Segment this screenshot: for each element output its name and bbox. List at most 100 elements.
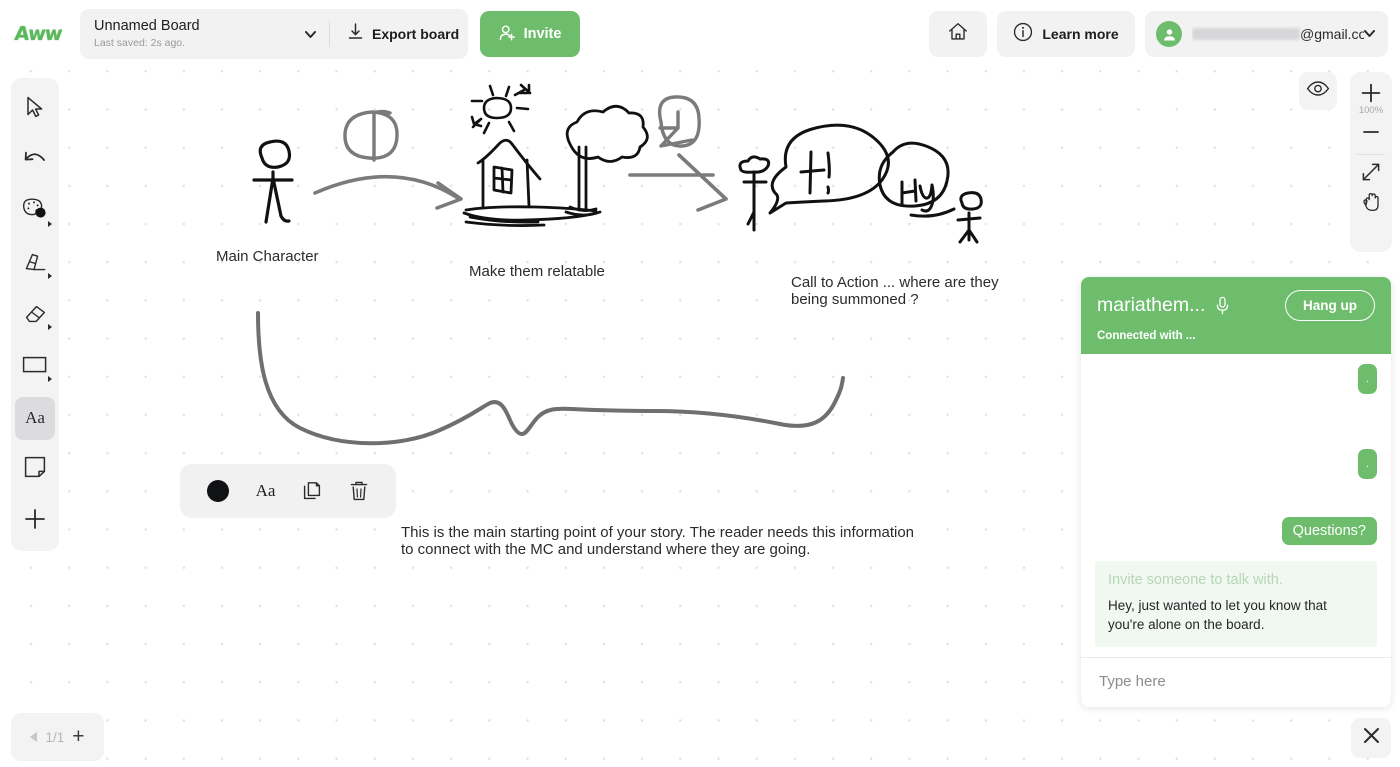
- object-font-button[interactable]: Aa: [256, 481, 276, 501]
- sidebar-item-add[interactable]: [15, 500, 55, 543]
- delete-icon[interactable]: [349, 480, 369, 502]
- cursor-icon: [25, 96, 45, 123]
- export-board-button[interactable]: Export board: [340, 18, 467, 50]
- sketch-sun-rays: [470, 83, 532, 135]
- sketch-stick-figure-body: [252, 170, 294, 224]
- chat-input[interactable]: [1097, 672, 1375, 691]
- submenu-caret-icon[interactable]: [48, 221, 52, 228]
- chat-header: mariathem... Hang up Connected with ...: [1081, 277, 1391, 354]
- learn-more-label: Learn more: [1042, 26, 1119, 42]
- canvas-text-make-relatable[interactable]: Make them relatable: [469, 263, 605, 280]
- submenu-caret-icon[interactable]: [48, 375, 52, 382]
- person-add-icon: [499, 24, 517, 45]
- sketch-stick-figure-head: [258, 139, 292, 169]
- visibility-toggle-button[interactable]: [1299, 72, 1337, 110]
- top-bar: Aww Unnamed Board Last saved: 2s ago. Ex…: [0, 0, 1400, 68]
- text-tool-label: Aa: [25, 408, 45, 428]
- sketch-speech-bubble-2-tail: [909, 207, 956, 218]
- canvas-text-call-to-action[interactable]: Call to Action ... where are they being …: [791, 274, 999, 308]
- chat-message-outgoing: .: [1357, 449, 1377, 479]
- zoom-toolbar: 100%: [1350, 72, 1392, 252]
- object-color-swatch[interactable]: [206, 480, 229, 502]
- chat-input-container: [1081, 657, 1391, 707]
- download-icon: [348, 23, 363, 45]
- board-title-group[interactable]: Unnamed Board Last saved: 2s ago.: [94, 18, 299, 50]
- object-context-toolbar: Aa: [180, 464, 396, 518]
- duplicate-icon[interactable]: [302, 481, 322, 502]
- chat-panel: mariathem... Hang up Connected with ... …: [1081, 277, 1391, 707]
- sketch-stick-figure-2-body: [956, 211, 982, 244]
- whiteboard-app: Main Character Make them relatable Call …: [0, 0, 1400, 767]
- previous-page-button[interactable]: [30, 732, 38, 742]
- palette-icon: [21, 197, 49, 228]
- chat-connection-status: Connected with ...: [1097, 330, 1196, 342]
- board-saved-status: Last saved: 2s ago.: [94, 37, 186, 49]
- sidebar-item-color[interactable]: [15, 191, 55, 234]
- chat-participant-name: mariathem...: [1097, 294, 1206, 316]
- chat-message-outgoing: Questions?: [1281, 517, 1377, 545]
- close-icon: [1362, 726, 1381, 750]
- app-logo[interactable]: Aww: [10, 18, 65, 50]
- sidebar-item-shape[interactable]: [15, 345, 55, 388]
- account-menu-button[interactable]: @gmail.com: [1145, 11, 1388, 57]
- chevron-down-icon[interactable]: [299, 23, 321, 45]
- rectangle-icon: [22, 355, 48, 379]
- sidebar-item-undo[interactable]: [15, 139, 55, 182]
- sketch-arrow-2: [628, 153, 728, 212]
- sidebar-item-select[interactable]: [15, 88, 55, 131]
- microphone-icon[interactable]: [1215, 296, 1230, 315]
- canvas-text-story-note[interactable]: This is the main starting point of your …: [401, 524, 914, 558]
- submenu-caret-icon[interactable]: [48, 272, 52, 279]
- sketch-speech-bubble-1-text: [799, 150, 831, 195]
- account-email: @gmail.com: [1192, 26, 1364, 42]
- zoom-out-button[interactable]: [1354, 117, 1388, 147]
- hand-icon: [1361, 191, 1382, 218]
- canvas-text-main-character[interactable]: Main Character: [216, 248, 319, 265]
- sketch-house-window: [492, 165, 514, 195]
- chevron-down-icon[interactable]: [1364, 29, 1375, 39]
- sidebar-item-sticky-note[interactable]: [15, 448, 55, 491]
- chat-note-body: Hey, just wanted to let you know that yo…: [1108, 598, 1327, 632]
- board-info-pill: Unnamed Board Last saved: 2s ago. Export…: [80, 9, 468, 59]
- redacted-email-prefix: [1192, 28, 1300, 40]
- sketch-door-inner: [658, 110, 694, 148]
- undo-icon: [23, 150, 47, 173]
- sketch-arrow-1: [313, 174, 460, 200]
- zoom-level-label: 100%: [1358, 105, 1384, 116]
- export-board-label: Export board: [372, 26, 460, 42]
- plus-icon: [23, 507, 47, 536]
- fit-screen-icon: [1360, 161, 1382, 188]
- add-page-button[interactable]: +: [72, 726, 84, 747]
- chat-note-title: Invite someone to talk with.: [1108, 572, 1283, 588]
- fit-screen-button[interactable]: [1354, 159, 1388, 189]
- sketch-arrow-1-head: [435, 181, 463, 210]
- submenu-caret-icon[interactable]: [48, 324, 52, 331]
- sketch-house-roof: [476, 138, 542, 181]
- eye-icon: [1306, 80, 1330, 102]
- sketch-story-arc: [256, 311, 845, 446]
- hang-up-button[interactable]: Hang up: [1285, 290, 1375, 321]
- sidebar-item-eraser[interactable]: [15, 294, 55, 337]
- sketch-small-figure-head: [738, 155, 771, 174]
- chat-system-note: Invite someone to talk with. Hey, just w…: [1095, 561, 1377, 647]
- sketch-sun-core: [482, 96, 513, 120]
- chat-message-list[interactable]: . . Questions?: [1081, 354, 1391, 561]
- learn-more-button[interactable]: Learn more: [997, 11, 1135, 57]
- sidebar-item-pen[interactable]: [15, 242, 55, 285]
- marker-icon: [23, 250, 48, 279]
- home-button[interactable]: [929, 11, 987, 57]
- invite-label: Invite: [523, 26, 562, 42]
- board-title: Unnamed Board: [94, 18, 200, 34]
- chat-header-row: mariathem... Hang up: [1097, 290, 1375, 321]
- sidebar-item-text[interactable]: Aa: [15, 396, 55, 441]
- eraser-icon: [23, 301, 48, 330]
- divider: [329, 21, 330, 47]
- zoom-in-button[interactable]: [1354, 78, 1388, 108]
- pan-button[interactable]: [1354, 189, 1388, 219]
- info-icon: [1013, 22, 1033, 47]
- page-navigation: 1/1 +: [11, 713, 104, 761]
- avatar-icon: [1156, 21, 1182, 47]
- divider: [1357, 154, 1385, 155]
- invite-button[interactable]: Invite: [480, 11, 580, 57]
- close-button[interactable]: [1351, 718, 1391, 758]
